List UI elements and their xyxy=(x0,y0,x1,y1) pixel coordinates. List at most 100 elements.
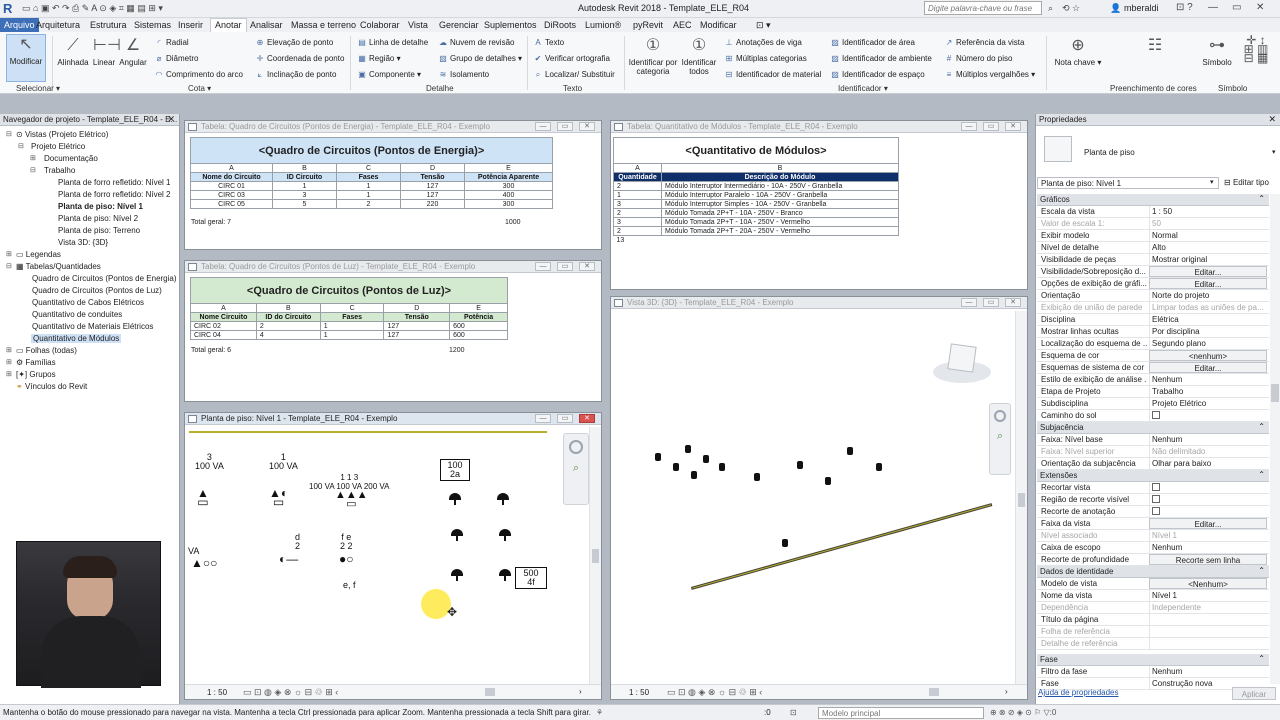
property-row[interactable]: Faixa da vista Editar... xyxy=(1037,518,1269,530)
instance-dropdown-icon[interactable]: ▾ xyxy=(1210,178,1214,186)
symbol-button[interactable]: ⊶ Símbolo xyxy=(1200,36,1234,67)
table-cell[interactable]: CIRC 03 xyxy=(190,190,273,200)
table-cell[interactable]: 1 xyxy=(272,181,337,191)
property-row[interactable]: Nome da vista Nível 1 xyxy=(1037,590,1269,602)
close-view-button[interactable]: ✕ xyxy=(1005,298,1021,307)
panel-simbolo[interactable]: Símbolo xyxy=(1218,84,1247,93)
room-tag-button[interactable]: ▨ Identificador de ambiente xyxy=(830,54,932,64)
table-row[interactable]: 3 Módulo Interruptor Simples - 10A - 250V… xyxy=(613,199,900,209)
tab-arquivo[interactable]: Arquivo xyxy=(0,18,39,32)
property-row[interactable]: Faixa: Nível superior Não delimitado xyxy=(1037,446,1269,458)
column-header[interactable]: Tensão xyxy=(383,312,451,322)
minimize-button[interactable]: — xyxy=(1208,2,1218,13)
material-tag-button[interactable]: ⊟ Identificador de material xyxy=(724,70,822,80)
property-value[interactable]: Projeto Elétrico xyxy=(1149,398,1267,409)
panel-detalhe[interactable]: Detalhe xyxy=(426,84,454,93)
3d-element[interactable] xyxy=(673,463,679,471)
expand-icon[interactable]: ⊞ xyxy=(6,370,12,378)
table-row[interactable]: 2 Módulo Interruptor Intermediário - 10A … xyxy=(613,181,900,191)
property-row[interactable]: Dependência Independente xyxy=(1037,602,1269,614)
property-row[interactable]: Esquemas de sistema de cor Editar... xyxy=(1037,362,1269,374)
panel-cota[interactable]: Cota ▾ xyxy=(188,84,211,93)
spot-elevation-button[interactable]: ⊕ Elevação de ponto xyxy=(255,38,334,48)
property-value[interactable]: Elétrica xyxy=(1149,314,1267,325)
restore-view-button[interactable]: ▭ xyxy=(557,262,573,271)
3d-element[interactable] xyxy=(691,471,697,479)
property-value[interactable]: Alto xyxy=(1149,242,1267,253)
property-value[interactable]: Normal xyxy=(1149,230,1267,241)
column-letter[interactable]: C xyxy=(319,303,385,313)
area-tag-button[interactable]: ▨ Identificador de área xyxy=(830,38,915,48)
property-group-subjacencia[interactable]: Subjacência ⌃ xyxy=(1037,422,1269,434)
property-value[interactable]: Nenhum xyxy=(1149,374,1267,385)
schedule-table-energia[interactable]: <Quadro de Circuitos (Pontos de Energia)… xyxy=(190,137,553,209)
property-value[interactable]: Trabalho xyxy=(1149,386,1267,397)
table-row[interactable]: CIRC 02 2 1 127 600 xyxy=(190,321,508,331)
tab-gerenciar[interactable]: Gerenciar xyxy=(439,20,479,30)
property-row[interactable]: Disciplina Elétrica xyxy=(1037,314,1269,326)
property-group-identidade[interactable]: Dados de identidade ⌃ xyxy=(1037,566,1269,578)
minimize-view-button[interactable]: — xyxy=(535,414,551,423)
column-letter[interactable]: B xyxy=(660,163,900,173)
column-header[interactable]: Nome do Circuito xyxy=(190,172,273,182)
property-row[interactable]: Detalhe de referência xyxy=(1037,638,1269,650)
table-cell[interactable]: 220 xyxy=(400,199,465,209)
collapse-icon[interactable]: ⌃ xyxy=(1258,470,1265,479)
collapse-icon[interactable]: ⌃ xyxy=(1258,422,1265,431)
color-fill-icons[interactable]: ☷ xyxy=(1140,36,1170,58)
vertical-scrollbar[interactable] xyxy=(589,427,601,685)
column-header[interactable]: ID do Circuito xyxy=(255,312,321,322)
expand-icon[interactable]: ⊞ xyxy=(6,346,12,354)
tree-folhas[interactable]: ▭ Folhas (todas) xyxy=(16,346,77,355)
tag-by-category-button[interactable]: ① Identificar por categoria xyxy=(626,36,680,76)
column-header[interactable]: Fases xyxy=(336,172,401,182)
property-row[interactable]: Escala da vista 1 : 50 xyxy=(1037,206,1269,218)
outlet-symbol[interactable]: ▲◐ ▭ xyxy=(269,487,288,508)
tree-tabelas[interactable]: ▦ Tabelas/Quantidades xyxy=(16,262,101,271)
column-letter[interactable]: A xyxy=(613,163,662,173)
close-view-button[interactable]: ✕ xyxy=(579,122,595,131)
tree-vista-3d[interactable]: Vista 3D: {3D} xyxy=(58,238,108,247)
apply-button[interactable]: Aplicar xyxy=(1232,687,1276,700)
property-row[interactable]: Recortar vista xyxy=(1037,482,1269,494)
zoom-icon[interactable]: ⌕ xyxy=(570,462,582,474)
expand-icon[interactable]: ⊞ xyxy=(6,358,12,366)
table-row[interactable]: 2 Módulo Tomada 2P+T - 10A - 250V - Branc… xyxy=(613,208,900,218)
expand-icon[interactable]: ⊞ xyxy=(6,250,12,258)
collapse-icon[interactable]: ⊟ xyxy=(6,130,12,138)
table-cell[interactable]: 400 xyxy=(464,190,553,200)
lamp-symbol[interactable] xyxy=(499,569,511,576)
property-group-fase[interactable]: Fase ⌃ xyxy=(1037,654,1269,666)
close-icon[interactable]: ✕ xyxy=(1268,114,1276,125)
column-header[interactable]: Fases xyxy=(319,312,385,322)
checkbox[interactable] xyxy=(1152,507,1160,515)
property-group-graficos[interactable]: Gráficos ⌃ xyxy=(1037,194,1269,206)
column-header[interactable]: ID Circuito xyxy=(272,172,337,182)
view-qc-energia[interactable]: Tabela: Quadro de Circuitos (Pontos de E… xyxy=(184,120,602,250)
column-header[interactable]: Potência Aparente xyxy=(464,172,553,182)
property-value[interactable]: Editar... xyxy=(1149,266,1267,277)
table-row[interactable]: 1 Módulo Interruptor Paralelo - 10A - 250… xyxy=(613,190,900,200)
radial-button[interactable]: ◜ Radial xyxy=(154,38,188,48)
restore-view-button[interactable]: ▭ xyxy=(557,122,573,131)
table-cell[interactable]: 3 xyxy=(613,199,662,209)
worksets-icon[interactable]: ⚘ xyxy=(596,708,603,717)
circuit-tag[interactable]: 500 4f xyxy=(515,567,547,589)
property-row[interactable]: Etapa de Projeto Trabalho xyxy=(1037,386,1269,398)
tree-trabalho[interactable]: Trabalho xyxy=(44,166,75,175)
property-value[interactable]: Norte do projeto xyxy=(1149,290,1267,301)
tree-qc-luz[interactable]: Quadro de Circuitos (Pontos de Luz) xyxy=(32,286,162,295)
table-cell[interactable]: 300 xyxy=(464,199,553,209)
tab-sistemas[interactable]: Sistemas xyxy=(134,20,171,30)
scroll-right-icon[interactable]: › xyxy=(1005,687,1008,696)
property-group-extensoes[interactable]: Extensões ⌃ xyxy=(1037,470,1269,482)
edit-type-button[interactable]: ⊟ Editar tipo xyxy=(1224,178,1269,187)
type-dropdown-icon[interactable]: ▾ xyxy=(1272,148,1276,156)
property-value[interactable]: 50 xyxy=(1149,218,1267,229)
instance-selector[interactable]: Planta de piso: Nível 1 xyxy=(1037,177,1219,189)
table-cell[interactable]: CIRC 04 xyxy=(190,330,257,340)
property-row[interactable]: Localização do esquema de ... Segundo pla… xyxy=(1037,338,1269,350)
outlet-group-symbol[interactable]: ▲▲▲ ▭ xyxy=(335,490,368,510)
property-row[interactable]: Folha de referência xyxy=(1037,626,1269,638)
zoom-icon[interactable]: ⌕ xyxy=(994,430,1006,443)
